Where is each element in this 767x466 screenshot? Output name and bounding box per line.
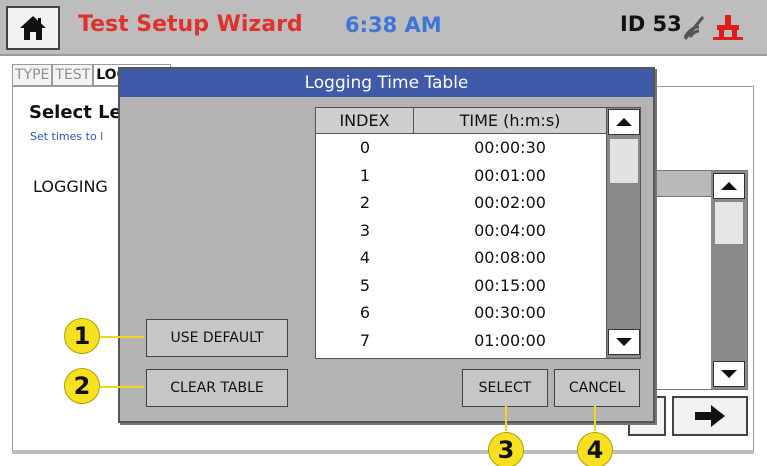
select-button[interactable]: SELECT — [462, 369, 548, 407]
time-cell: 01:00:00 — [474, 330, 546, 350]
callout-3-line — [505, 405, 507, 431]
logging-time-table-dialog: Logging Time Table INDEX TIME (h:m:s) 00… — [118, 67, 655, 423]
table-row[interactable]: 0 00:00:30 — [316, 134, 606, 162]
next-button[interactable] — [672, 396, 748, 436]
table-row[interactable]: 7 01:00:00 — [316, 327, 606, 355]
panel-bottom-band — [12, 450, 754, 454]
time-table[interactable]: INDEX TIME (h:m:s) 0 00:00:30 1 00:01:00 2… — [315, 107, 641, 359]
time-cell: 00:08:00 — [474, 248, 546, 267]
page-subtext: Set times to l — [30, 130, 104, 143]
callout-2-line — [100, 386, 144, 388]
page-heading: Select Le — [29, 102, 122, 123]
index-cell: 2 — [359, 193, 371, 212]
header-bar: Test Setup Wizard 6:38 AM ID 53 — [0, 0, 767, 56]
table-row[interactable]: 1 00:01:00 — [316, 162, 606, 190]
list-scroll-up-button[interactable] — [713, 173, 745, 199]
table-row[interactable]: 6 00:30:00 — [316, 299, 606, 327]
index-cell: 7 — [359, 330, 371, 350]
callout-1-line — [100, 336, 144, 338]
home-icon — [20, 16, 46, 40]
index-cell: 1 — [359, 165, 371, 185]
up-arrow-icon — [616, 118, 632, 126]
index-cell: 0 — [359, 138, 371, 157]
time-cell: 00:02:00 — [474, 193, 546, 212]
logging-list-scrollbar[interactable] — [711, 171, 747, 389]
index-cell: 5 — [359, 275, 371, 295]
down-arrow-icon — [721, 370, 737, 378]
wizard-title: Test Setup Wizard — [78, 12, 303, 37]
tab-type[interactable]: TYPE — [12, 64, 53, 86]
callout-4: 4 — [577, 432, 613, 466]
table-row[interactable]: 4 00:08:00 — [316, 244, 606, 272]
home-button[interactable] — [6, 6, 60, 50]
time-cell: 00:00:30 — [474, 138, 546, 157]
tab-test[interactable]: TEST — [52, 64, 94, 86]
clock-time: 6:38 AM — [345, 13, 442, 37]
list-scroll-down-button[interactable] — [713, 361, 745, 387]
callout-3: 3 — [488, 432, 524, 466]
logging-label: LOGGING — [33, 177, 108, 196]
column-index-header: INDEX — [316, 108, 414, 133]
callout-1: 1 — [64, 318, 100, 354]
right-arrow-icon — [695, 405, 725, 427]
table-row[interactable]: 2 00:02:00 — [316, 189, 606, 217]
time-cell: 00:04:00 — [474, 220, 546, 240]
table-scroll-thumb[interactable] — [609, 138, 639, 184]
table-scrollbar[interactable] — [606, 108, 640, 358]
time-cell: 00:15:00 — [474, 275, 546, 295]
down-arrow-icon — [616, 338, 632, 346]
connection-icon — [713, 15, 743, 40]
use-default-button[interactable]: USE DEFAULT — [146, 319, 288, 357]
index-cell: 3 — [359, 220, 371, 240]
list-scroll-thumb[interactable] — [714, 201, 744, 245]
time-cell: 00:01:00 — [474, 165, 546, 185]
callout-2: 2 — [64, 368, 100, 404]
table-header: INDEX TIME (h:m:s) — [316, 108, 606, 134]
time-cell: 00:30:00 — [474, 303, 546, 322]
status-icons — [683, 15, 743, 40]
up-arrow-icon — [721, 182, 737, 190]
table-scroll-down-button[interactable] — [608, 329, 640, 355]
cancel-button[interactable]: CANCEL — [554, 369, 640, 407]
callout-4-line — [594, 405, 596, 431]
dialog-title: Logging Time Table — [120, 69, 653, 97]
logging-list[interactable] — [652, 170, 748, 390]
column-time-header: TIME (h:m:s) — [459, 111, 561, 130]
index-cell: 4 — [359, 248, 371, 267]
table-scroll-up-button[interactable] — [608, 109, 640, 135]
table-row[interactable]: 3 00:04:00 — [316, 217, 606, 245]
clear-table-button[interactable]: CLEAR TABLE — [146, 369, 288, 407]
index-cell: 6 — [359, 303, 371, 322]
table-row[interactable]: 5 00:15:00 — [316, 272, 606, 300]
device-id: ID 53 — [620, 12, 682, 36]
table-body: 0 00:00:30 1 00:01:00 2 00:02:00 3 00:04:00 … — [316, 134, 606, 354]
screen: Test Setup Wizard 6:38 AM ID 53 TYPE TES… — [0, 0, 767, 466]
wifi-off-icon — [683, 16, 705, 40]
